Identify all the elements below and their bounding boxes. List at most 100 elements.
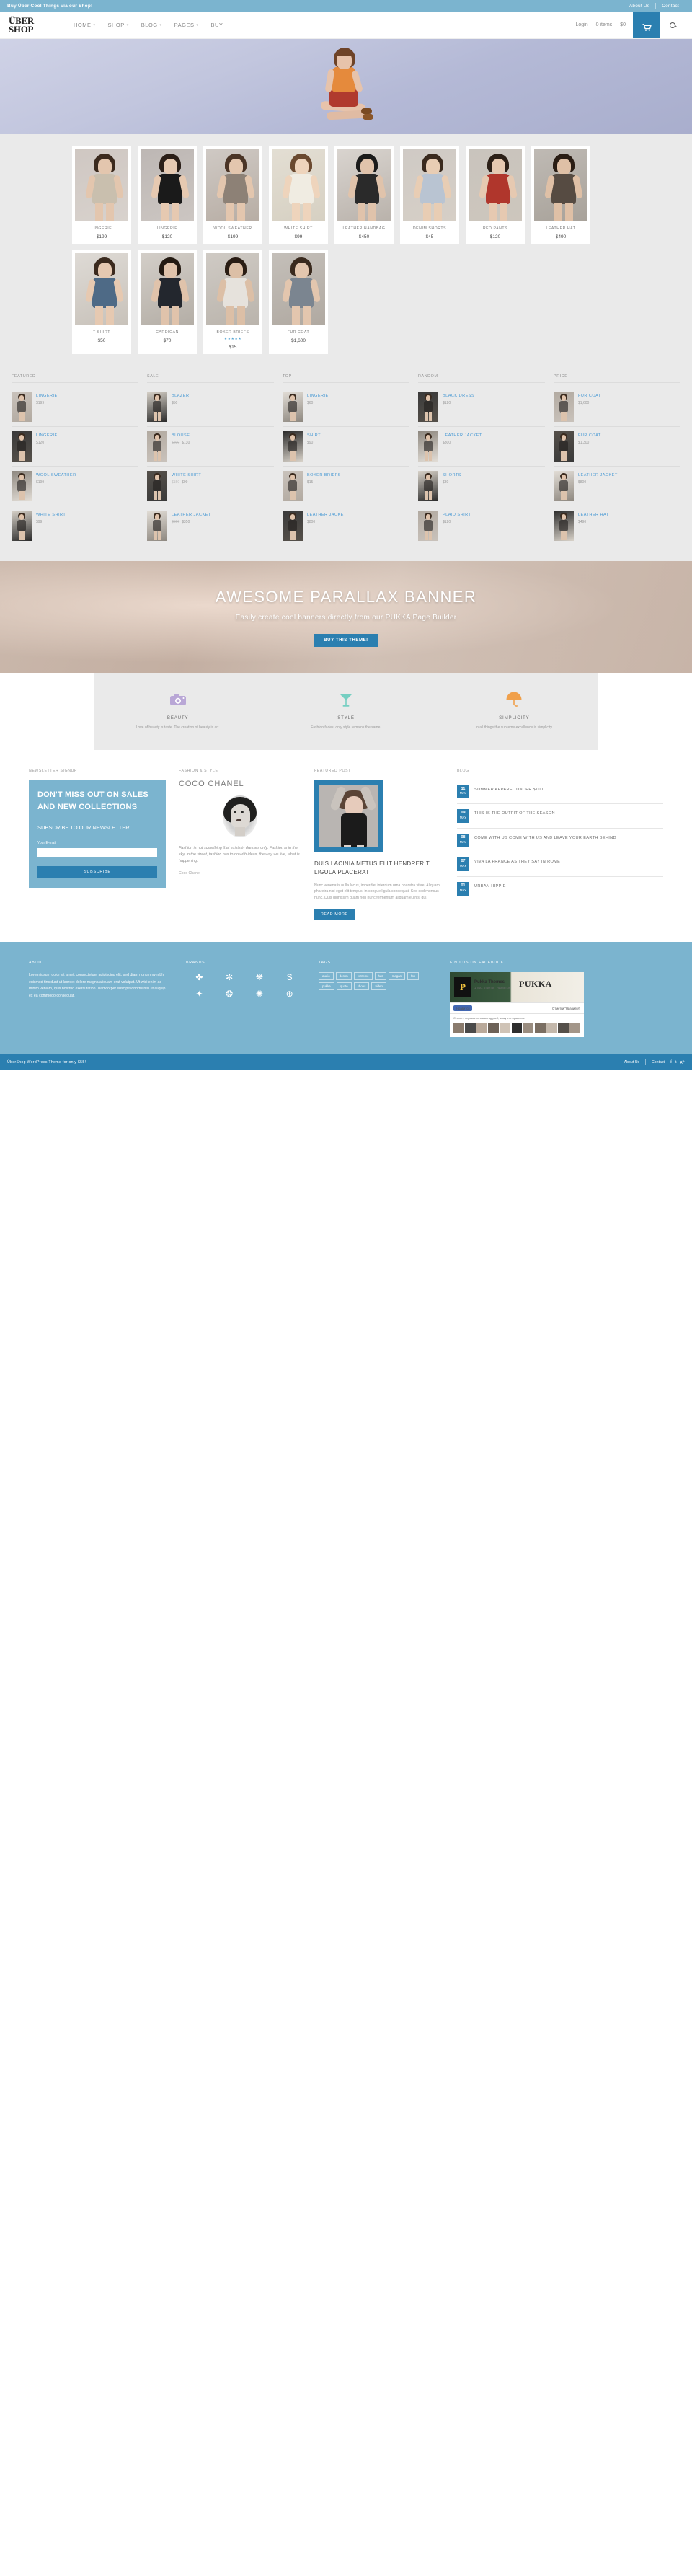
list-item[interactable]: WHITE SHIRT $99 [12, 506, 138, 545]
list-item[interactable]: BLACK DRESS $120 [418, 387, 545, 427]
product-thumbnail[interactable] [12, 511, 32, 541]
email-input[interactable] [37, 847, 157, 857]
brand-mark-5-icon[interactable]: ✦ [186, 989, 213, 999]
product-name[interactable]: LEATHER JACKET [578, 473, 618, 477]
product-image[interactable] [534, 149, 587, 221]
product-card[interactable]: CARDIGAN $70 [138, 250, 197, 354]
search-button[interactable] [660, 12, 685, 38]
product-thumbnail[interactable] [283, 471, 303, 501]
google-plus-icon[interactable]: g+ [680, 1060, 685, 1064]
product-thumbnail[interactable] [283, 392, 303, 422]
blog-post-item[interactable]: 01 MAY URBAN HIPPIE [457, 877, 663, 901]
bottom-link-about-us[interactable]: About Us [624, 1060, 639, 1064]
product-name[interactable]: LEATHER JACKET [172, 513, 211, 517]
tag-link[interactable]: audio [319, 972, 334, 981]
product-thumbnail[interactable] [12, 431, 32, 462]
product-name[interactable]: BLACK DRESS [443, 394, 474, 398]
product-name[interactable]: SHORTS [443, 473, 461, 477]
tag-link[interactable]: video [371, 982, 386, 991]
nav-item-shop[interactable]: SHOP ▾ [108, 22, 129, 28]
brand-mark-2-icon[interactable]: ✼ [216, 972, 243, 982]
product-card[interactable]: LINGERIE $199 [72, 146, 131, 244]
list-item[interactable]: BLOUSE $200 $130 [147, 427, 274, 467]
list-item[interactable]: SHORTS $80 [418, 467, 545, 506]
product-thumbnail[interactable] [147, 471, 167, 501]
product-card[interactable]: DENIM SHORTS $45 [400, 146, 459, 244]
product-image[interactable] [272, 253, 325, 325]
product-name[interactable]: LINGERIE [36, 433, 58, 438]
product-thumbnail[interactable] [12, 471, 32, 501]
nav-item-pages[interactable]: PAGES ▾ [174, 22, 199, 28]
post-title[interactable]: SUMMER APPAREL UNDER $100 [474, 785, 543, 793]
brand-mark-7-icon[interactable]: ✺ [247, 989, 273, 999]
product-card[interactable]: LEATHER HANDBAG $450 [334, 146, 394, 244]
post-title[interactable]: URBAN HIPPIE [474, 882, 506, 889]
blog-post-item[interactable]: 09 MAY THIS IS THE OUTFIT OF THE SEASON [457, 804, 663, 829]
product-image[interactable] [469, 149, 522, 221]
brand-mark-8-icon[interactable]: ⊕ [276, 989, 303, 999]
subscribe-button[interactable]: SUBSCRIBE [37, 865, 157, 878]
nav-item-home[interactable]: HOME ▾ [74, 22, 96, 28]
post-title[interactable]: COME WITH US COME WITH US AND LEAVE YOUR… [474, 834, 616, 841]
product-image[interactable] [75, 149, 128, 221]
product-name[interactable]: LEATHER HAT [578, 513, 609, 517]
post-title[interactable]: VIVA LA FRANCE AS THEY SAY IN ROME [474, 857, 560, 865]
twitter-icon[interactable]: t [675, 1060, 677, 1064]
list-item[interactable]: LINGERIE $60 [283, 387, 409, 427]
list-item[interactable]: LEATHER JACKET $800 [418, 427, 545, 467]
tag-link[interactable]: denim [335, 972, 352, 981]
tag-link[interactable]: pukka [319, 982, 334, 991]
facebook-page-widget[interactable]: P PUKKA Pukka Themes 1 тыс. отметок "Нра… [450, 972, 584, 1038]
list-item[interactable]: LINGERIE $199 [12, 387, 138, 427]
product-name[interactable]: BLOUSE [172, 433, 190, 438]
product-thumbnail[interactable] [418, 392, 438, 422]
fb-like-button[interactable]: Нравится [453, 1005, 473, 1012]
login-link[interactable]: Login [576, 22, 588, 27]
product-image[interactable] [141, 149, 194, 221]
brand-mark-6-icon[interactable]: ❂ [216, 989, 243, 999]
buy-theme-button[interactable]: BUY THIS THEME! [314, 633, 378, 647]
product-name[interactable]: WHITE SHIRT [172, 473, 201, 477]
blog-post-item[interactable]: 07 MAY VIVA LA FRANCE AS THEY SAY IN ROME [457, 852, 663, 878]
list-item[interactable]: LINGERIE $120 [12, 427, 138, 467]
product-name[interactable]: LINGERIE [307, 394, 329, 398]
top-link-about-us[interactable]: About Us [624, 4, 655, 9]
product-thumbnail[interactable] [554, 471, 574, 501]
product-card[interactable]: LEATHER HAT $490 [531, 146, 590, 244]
tag-link[interactable]: quote [336, 982, 352, 991]
product-image[interactable] [272, 149, 325, 221]
product-thumbnail[interactable] [147, 392, 167, 422]
tag-link[interactable]: extreme [353, 972, 373, 981]
product-image[interactable] [403, 149, 456, 221]
product-card[interactable]: LINGERIE $120 [138, 146, 197, 244]
featured-post-title[interactable]: DUIS LACINIA METUS ELIT HENDRERIT LIGULA… [314, 860, 444, 877]
list-item[interactable]: LEATHER JACKET $800 [283, 506, 409, 545]
product-card[interactable]: BOXER BRIEFS ★★★★★ $15 [203, 250, 262, 354]
product-name[interactable]: WOOL SWEATHER [36, 473, 76, 477]
brand-mark-4-icon[interactable]: S [276, 972, 303, 982]
list-item[interactable]: LEATHER JACKET $800 [554, 467, 680, 506]
list-item[interactable]: SHIRT $90 [283, 427, 409, 467]
tag-link[interactable]: shoes [353, 982, 370, 991]
brand-mark-3-icon[interactable]: ❋ [247, 972, 273, 982]
cart-button[interactable] [633, 12, 660, 38]
product-thumbnail[interactable] [147, 431, 167, 462]
brand-mark-1-icon[interactable]: ✤ [186, 972, 213, 982]
product-name[interactable]: BOXER BRIEFS [307, 473, 341, 477]
product-card[interactable]: T-SHIRT $50 [72, 250, 131, 354]
product-name[interactable]: LEATHER JACKET [443, 433, 482, 438]
product-image[interactable] [206, 253, 260, 325]
product-image[interactable] [141, 253, 194, 325]
list-item[interactable]: WOOL SWEATHER $199 [12, 467, 138, 506]
read-more-button[interactable]: READ MORE [314, 909, 355, 921]
product-name[interactable]: FUR COAT [578, 394, 601, 398]
nav-item-blog[interactable]: BLOG ▾ [141, 22, 162, 28]
site-logo[interactable]: ÜBER SHOP [7, 12, 58, 38]
product-image[interactable] [206, 149, 260, 221]
product-thumbnail[interactable] [554, 392, 574, 422]
product-card[interactable]: FUR COAT $1,600 [269, 250, 328, 354]
cart-item-count[interactable]: 0 items [596, 22, 613, 27]
product-thumbnail[interactable] [418, 511, 438, 541]
product-thumbnail[interactable] [283, 511, 303, 541]
top-link-contact[interactable]: Contact [656, 4, 685, 9]
